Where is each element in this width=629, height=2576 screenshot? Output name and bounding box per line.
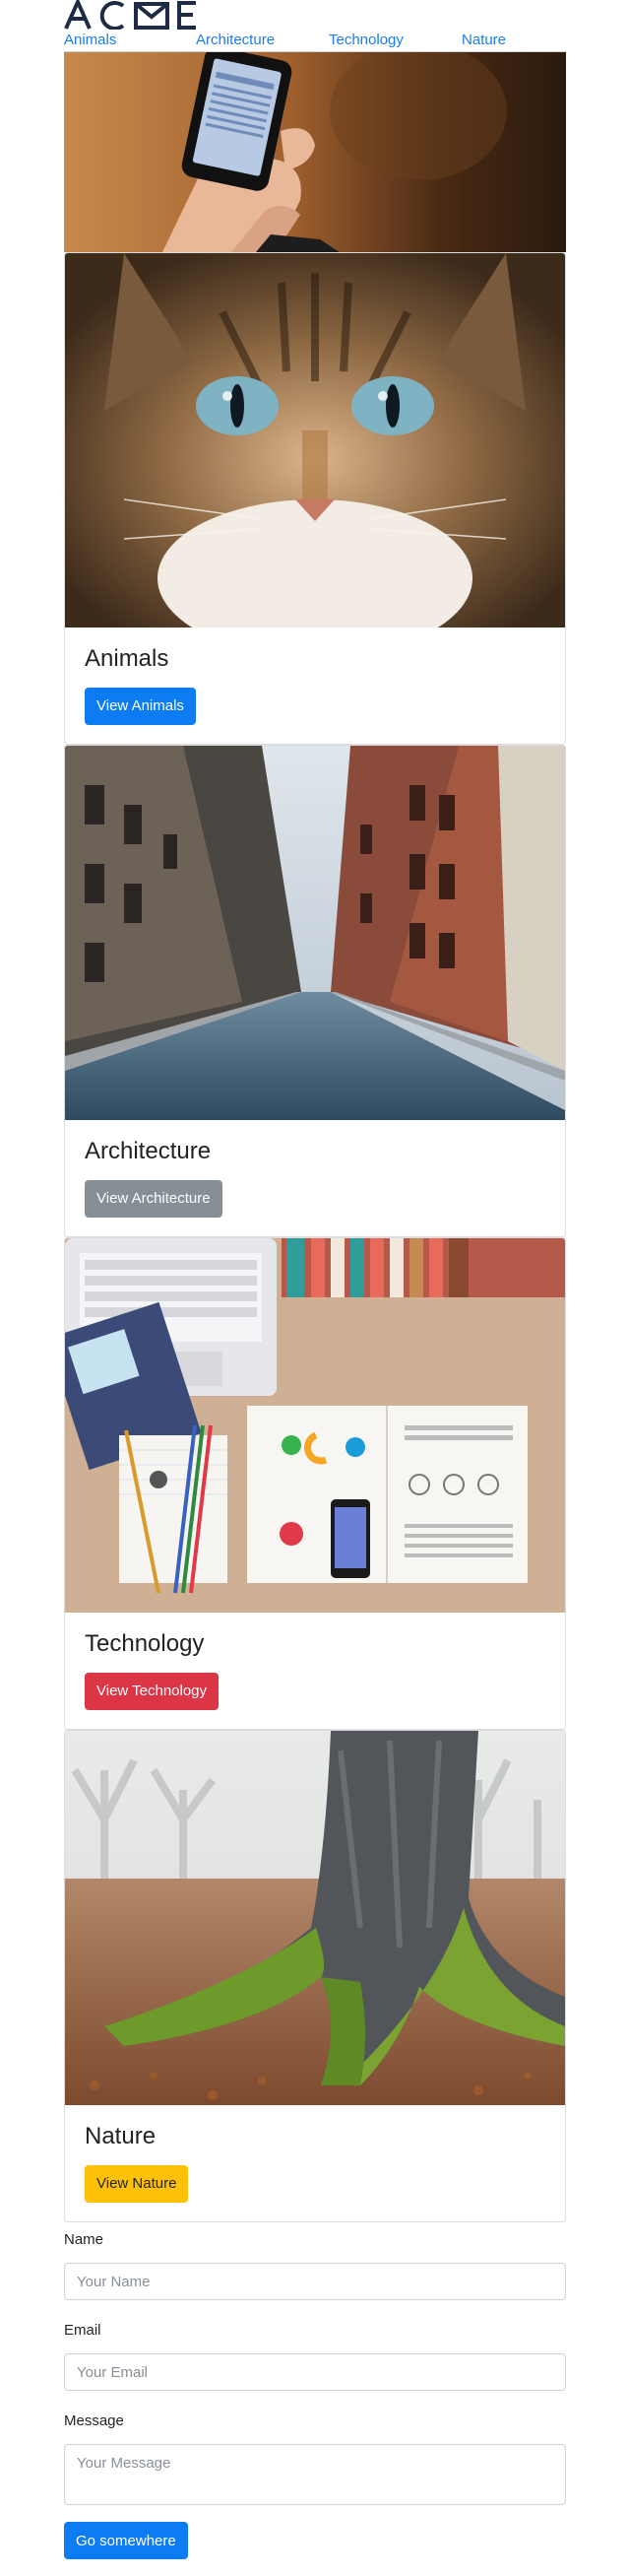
card-nature: Nature View Nature (64, 1730, 566, 2222)
email-label: Email (64, 2322, 101, 2339)
card-title: Technology (85, 1630, 205, 1657)
view-architecture-button[interactable]: View Architecture (85, 1180, 222, 1218)
card-title: Animals (85, 645, 169, 672)
submit-button[interactable]: Go somewhere (64, 2522, 188, 2559)
acme-logo[interactable] (64, 0, 212, 30)
message-textarea[interactable] (64, 2444, 566, 2505)
card-image-cat (65, 253, 565, 627)
message-label: Message (64, 2412, 124, 2429)
card-title: Architecture (85, 1138, 212, 1164)
card-architecture: Architecture View Architecture (64, 745, 566, 1237)
nav-link-technology[interactable]: Technology (329, 31, 404, 50)
view-technology-button[interactable]: View Technology (85, 1673, 220, 1710)
nav-link-architecture[interactable]: Architecture (196, 31, 275, 50)
card-animals: Animals View Animals (64, 252, 566, 745)
main-nav: Animals Architecture Technology Nature (64, 31, 566, 50)
card-image-tree (65, 1731, 565, 2105)
name-input[interactable] (64, 2263, 566, 2300)
email-input[interactable] (64, 2353, 566, 2391)
name-label: Name (64, 2231, 104, 2248)
view-animals-button[interactable]: View Animals (85, 688, 196, 725)
hero-phone-image (64, 52, 566, 252)
nav-link-animals[interactable]: Animals (64, 31, 116, 50)
card-image-street (65, 746, 565, 1120)
card-technology: Technology View Technology (64, 1237, 566, 1730)
card-image-desk (65, 1238, 565, 1613)
nav-link-nature[interactable]: Nature (462, 31, 506, 50)
card-title: Nature (85, 2123, 157, 2149)
view-nature-button[interactable]: View Nature (85, 2165, 189, 2203)
